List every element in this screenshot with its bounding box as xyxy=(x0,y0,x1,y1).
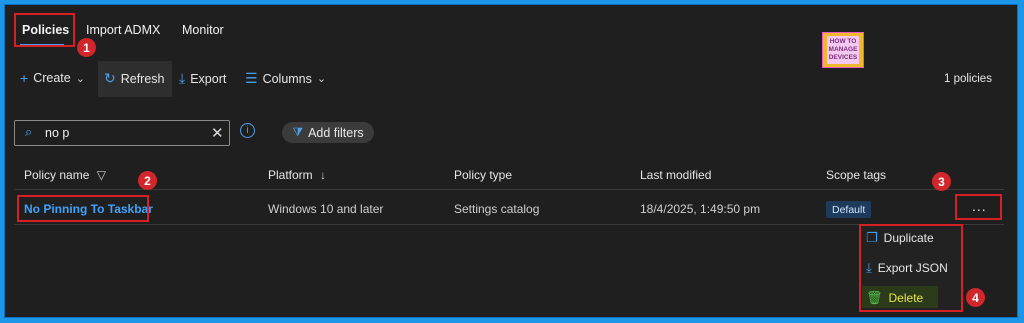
filter-icon: ⧩ xyxy=(292,125,304,139)
columns-icon: ☰ xyxy=(245,70,258,86)
create-button[interactable]: + Create ⌄ xyxy=(20,70,85,86)
columns-button[interactable]: ☰ Columns ⌄ xyxy=(245,70,326,87)
tab-import-admx[interactable]: Import ADMX xyxy=(86,23,160,37)
last-modified-cell: 18/4/2025, 1:49:50 pm xyxy=(640,202,761,216)
callout-2: 2 xyxy=(138,171,157,190)
header-platform[interactable]: Platform ↓ xyxy=(268,168,326,182)
row-divider xyxy=(14,224,1004,225)
header-last-modified[interactable]: Last modified xyxy=(640,168,711,182)
export-button[interactable]: ⤓ Export xyxy=(179,70,226,87)
info-icon[interactable]: i xyxy=(240,123,255,138)
more-actions-button[interactable]: ... xyxy=(972,198,987,214)
policy-count: 1 policies xyxy=(944,73,992,85)
header-policy-name[interactable]: Policy name ▽ xyxy=(24,168,106,182)
search-text: no p xyxy=(45,126,70,140)
highlight-box-tab xyxy=(14,13,75,47)
highlight-box-policy xyxy=(17,195,149,222)
platform-cell: Windows 10 and later xyxy=(268,202,384,216)
search-icon: ⌕ xyxy=(25,124,33,139)
header-divider xyxy=(14,189,1004,190)
chevron-down-icon: ⌄ xyxy=(75,72,85,85)
callout-1: 1 xyxy=(77,38,96,57)
policy-type-cell: Settings catalog xyxy=(454,202,540,216)
header-policy-type[interactable]: Policy type xyxy=(454,168,512,182)
plus-icon: + xyxy=(20,70,29,86)
refresh-icon: ↻ xyxy=(104,70,116,86)
callout-3: 3 xyxy=(932,172,951,191)
add-filters-button[interactable]: ⧩ Add filters xyxy=(282,122,374,143)
refresh-button[interactable]: ↻ Refresh xyxy=(104,70,165,87)
sort-arrow-icon: ↓ xyxy=(320,168,327,182)
tab-monitor[interactable]: Monitor xyxy=(182,23,224,37)
highlight-box-menu xyxy=(859,224,963,312)
search-input[interactable]: ⌕ no p ✕ xyxy=(14,120,230,146)
scope-tag-badge: Default xyxy=(826,201,872,218)
callout-4: 4 xyxy=(966,288,985,307)
clear-icon[interactable]: ✕ xyxy=(211,124,224,142)
chevron-down-icon: ⌄ xyxy=(316,73,327,85)
brand-logo: HOW TO MANAGE DEVICES xyxy=(822,32,864,68)
header-scope-tags[interactable]: Scope tags xyxy=(826,168,886,182)
download-icon: ⤓ xyxy=(179,70,186,86)
filter-icon[interactable]: ▽ xyxy=(97,168,106,182)
